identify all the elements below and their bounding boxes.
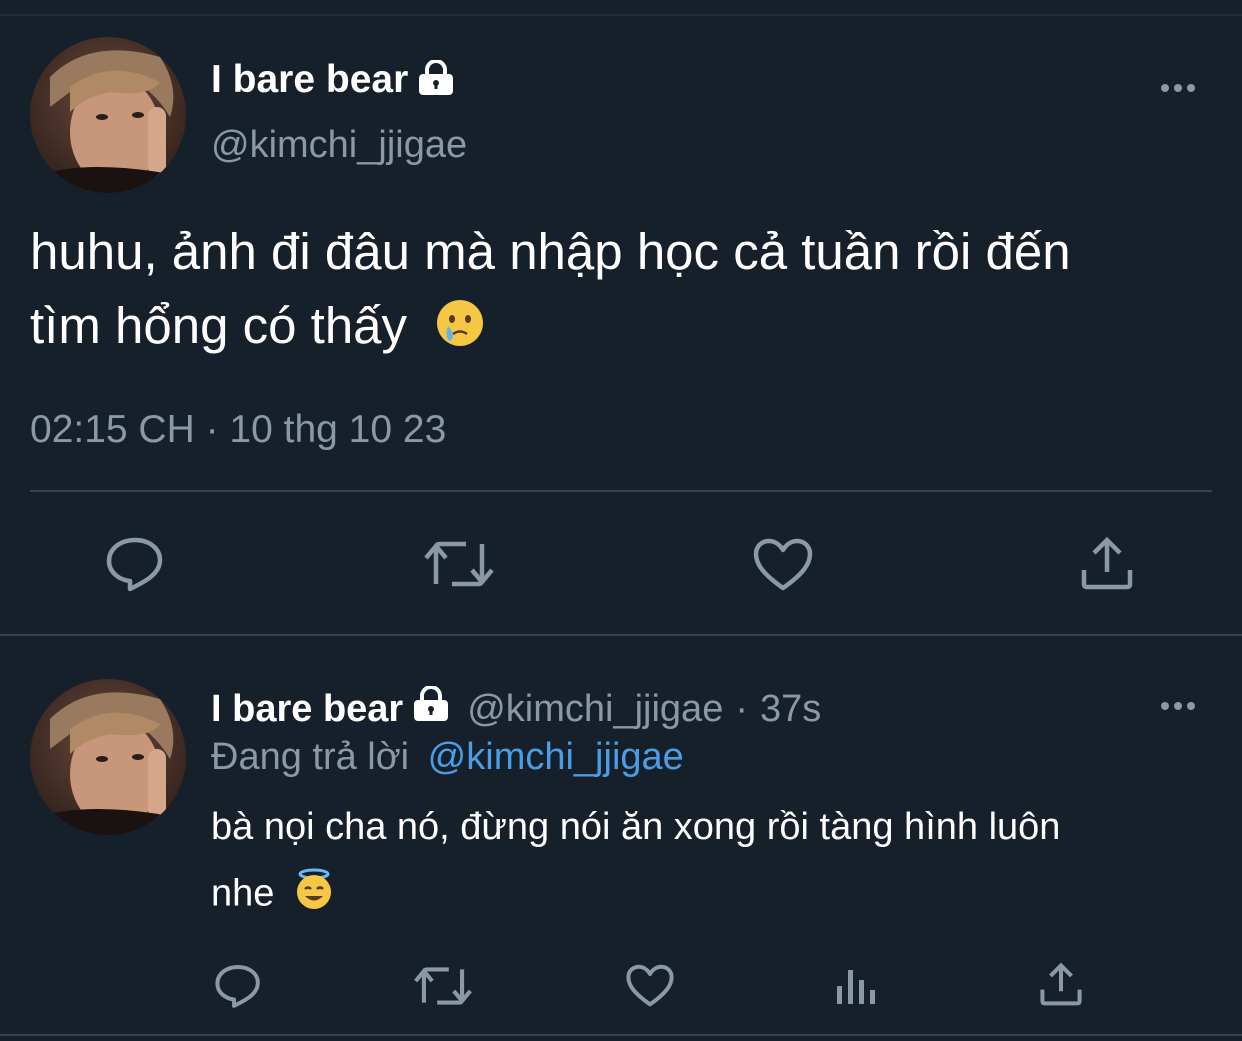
reply-avatar[interactable]: [30, 679, 186, 835]
tweet-text-line-2: tìm hổng có thấy: [30, 296, 485, 361]
tweet-text-line-1: huhu, ảnh đi đâu mà nhập học cả tuần rồi…: [30, 223, 1071, 280]
bottom-divider: [0, 1034, 1242, 1036]
reply-text-line-1: bà nọi cha nó, đừng nói ăn xong rồi tàng…: [211, 806, 1061, 848]
display-name[interactable]: I bare bear: [211, 58, 408, 102]
section-divider: [0, 634, 1242, 636]
crying-face-icon: [435, 298, 485, 361]
replying-to-mention[interactable]: @kimchi_jjigae: [428, 736, 684, 778]
avatar-image: [30, 679, 186, 835]
avatar[interactable]: [30, 37, 186, 193]
reply-icon[interactable]: [214, 963, 262, 1014]
retweet-icon[interactable]: [424, 538, 494, 595]
like-icon[interactable]: [626, 964, 674, 1013]
share-icon[interactable]: [1081, 536, 1133, 595]
replying-to-prefix: Đang trả lời: [211, 736, 410, 778]
handle[interactable]: @kimchi_jjigae: [211, 124, 467, 167]
more-options-icon[interactable]: [1161, 702, 1195, 710]
reply-icon[interactable]: [106, 535, 164, 598]
lock-icon: [411, 685, 451, 732]
share-icon[interactable]: [1040, 962, 1082, 1011]
tweet-text-line-2-text: tìm hổng có thấy: [30, 297, 408, 354]
lock-icon: [416, 58, 456, 101]
reply-text-line-2: nhe: [211, 868, 335, 923]
reply-text-line-2-text: nhe: [211, 872, 275, 915]
avatar-image: [30, 37, 186, 193]
tweet-timestamp[interactable]: 02:15 CH · 10 thg 10 23: [30, 408, 446, 452]
reply-header: I bare bear @kimchi_jjigae · 37s: [211, 685, 821, 732]
analytics-icon[interactable]: [834, 964, 878, 1011]
more-options-icon[interactable]: [1161, 84, 1195, 92]
reply-display-name[interactable]: I bare bear: [211, 688, 403, 731]
smiling-face-with-halo-icon: [293, 868, 335, 923]
reply-handle[interactable]: @kimchi_jjigae: [467, 688, 723, 731]
top-divider: [0, 14, 1242, 16]
like-icon[interactable]: [753, 538, 813, 597]
reply-separator: ·: [735, 687, 748, 730]
tweet-divider: [30, 490, 1212, 492]
replying-to: Đang trả lời @kimchi_jjigae: [211, 736, 684, 779]
reply-age[interactable]: 37s: [760, 688, 821, 731]
retweet-icon[interactable]: [414, 964, 472, 1013]
author-name-row: I bare bear: [211, 58, 456, 102]
